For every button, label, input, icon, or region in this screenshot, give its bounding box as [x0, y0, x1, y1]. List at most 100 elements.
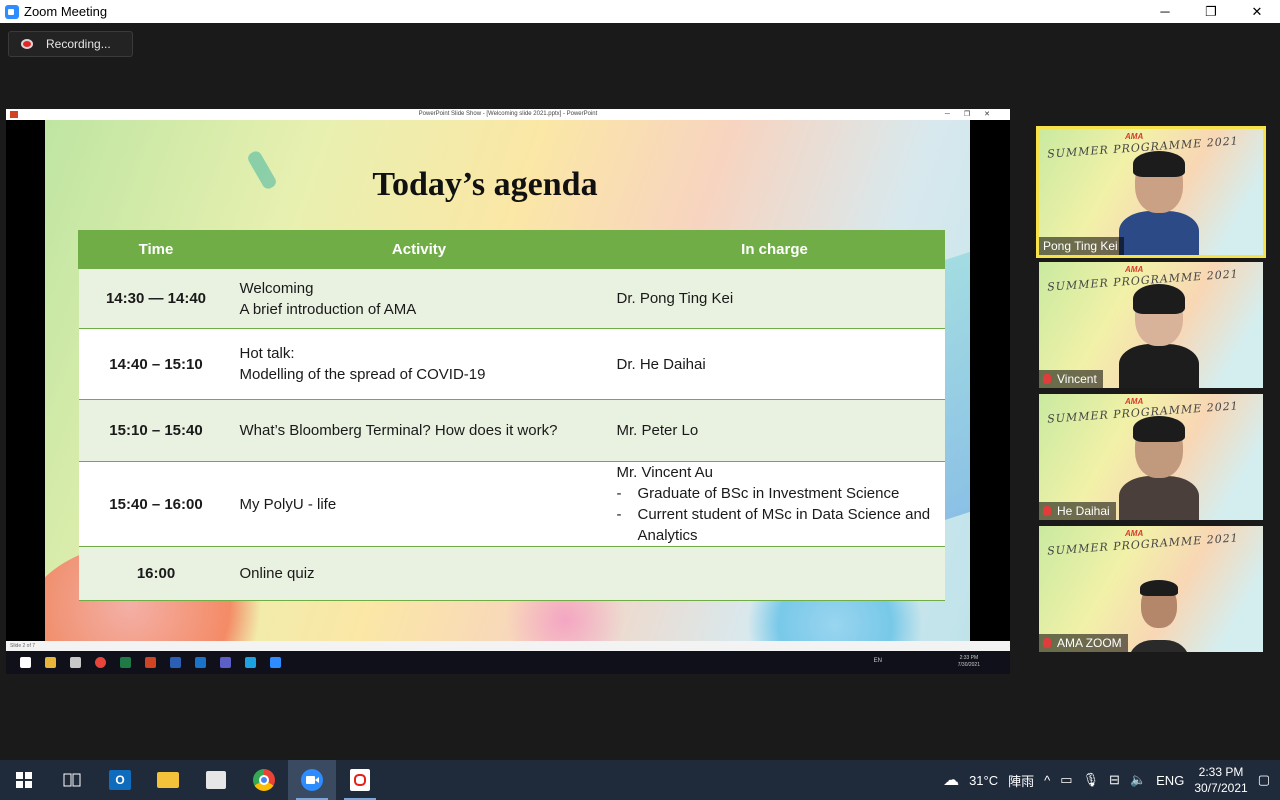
activity-line: What’s Bloomberg Terminal? How does it w…	[239, 422, 558, 439]
activity-line: Modelling of the spread of COVID-19	[239, 366, 486, 383]
taskbar-clock[interactable]: 2:33 PM 30/7/2021	[1194, 764, 1247, 796]
row-time: 15:40 – 16:00	[78, 461, 234, 547]
row-time: 14:30 — 14:40	[78, 268, 234, 329]
zoom-app-icon	[5, 4, 19, 19]
row-activity: Welcoming A brief introduction of AMA	[233, 268, 605, 329]
row-time: 16:00	[78, 546, 234, 601]
ama-logo: AMA	[1125, 529, 1144, 538]
minimize-button[interactable]: ─	[1142, 0, 1188, 23]
powerpoint-status-bar: Slide 2 of 7	[6, 641, 1010, 651]
chrome-icon	[95, 657, 106, 668]
weather-icon: ☁	[943, 772, 960, 789]
weather-text[interactable]: 陣雨	[1008, 771, 1034, 790]
in-charge-name: Mr. Vincent Au	[616, 464, 713, 481]
col-header-activity: Activity	[233, 230, 605, 269]
slide: Today’s agenda Time Activity In charge 1…	[45, 120, 970, 641]
folder-icon	[45, 657, 56, 668]
show-hidden-icons[interactable]: ^	[1044, 773, 1050, 788]
recording-indicator[interactable]: Recording...	[8, 31, 133, 57]
table-row: 16:00 Online quiz	[78, 546, 945, 601]
row-in-charge: Dr. He Daihai	[604, 328, 945, 400]
notification-icon[interactable]: ▢	[1258, 772, 1270, 788]
taskbar-zoom[interactable]	[288, 760, 336, 800]
system-tray: ☁ 31°C 陣雨 ^ ▭ 🎙 ⊟ 🔈 ENG 2:33 PM 30/7/202…	[943, 760, 1280, 800]
activity-line: A brief introduction of AMA	[239, 300, 417, 318]
skype-icon	[245, 657, 256, 668]
window-title: Zoom Meeting	[24, 4, 108, 19]
chrome-icon	[253, 769, 275, 791]
outlook-icon	[195, 657, 206, 668]
task-view-icon	[63, 773, 81, 787]
ama-logo: AMA	[1125, 265, 1144, 274]
participant-tile[interactable]: AMA SUMMER PROGRAMME 2021 AMA ZOOM	[1039, 526, 1263, 652]
table-row: 15:40 – 16:00 My PolyU - life Mr. Vincen…	[78, 461, 945, 547]
activity-line: Online quiz	[239, 565, 315, 582]
in-charge-bullets: Graduate of BSc in Investment Science Cu…	[617, 483, 939, 546]
battery-icon[interactable]: ▭	[1060, 772, 1072, 788]
taskbar-acrobat[interactable]	[336, 760, 384, 800]
row-activity: What’s Bloomberg Terminal? How does it w…	[233, 399, 605, 462]
clock-date: 30/7/2021	[1194, 781, 1248, 795]
excel-icon	[120, 657, 131, 668]
restore-button[interactable]: ❐	[1188, 0, 1234, 23]
weather-temp[interactable]: 31°C	[969, 773, 998, 788]
muted-mic-icon	[1043, 374, 1051, 384]
store-icon	[206, 771, 226, 789]
participant-name-label: He Daihai	[1039, 502, 1116, 520]
participant-video	[1129, 580, 1189, 652]
network-icon[interactable]: ⊟	[1109, 772, 1120, 788]
participant-tile[interactable]: AMA SUMMER PROGRAMME 2021 He Daihai	[1039, 394, 1263, 520]
participant-video	[1119, 284, 1199, 388]
clock-time: 2:33 PM	[1198, 765, 1244, 779]
participant-name-label: Vincent	[1039, 370, 1103, 388]
activity-line: My PolyU - life	[239, 495, 337, 513]
shared-screen: PowerPoint Slide Show - [Welcoming slide…	[6, 109, 1010, 674]
windows-icon	[16, 772, 32, 788]
row-time: 15:10 – 15:40	[78, 399, 234, 462]
shared-taskbar: EN 2:33 PM 7/30/2021	[6, 651, 1010, 674]
row-in-charge: Mr. Peter Lo	[604, 399, 945, 462]
microphone-icon[interactable]: 🎙	[1083, 772, 1100, 788]
taskbar-store[interactable]	[192, 760, 240, 800]
activity-line: Hot talk:	[239, 345, 295, 362]
powerpoint-icon	[145, 657, 156, 668]
participant-name: AMA ZOOM	[1057, 636, 1122, 650]
participant-name: Vincent	[1057, 372, 1097, 386]
activity-line: Welcoming	[239, 279, 314, 297]
volume-icon[interactable]: 🔈	[1130, 772, 1146, 788]
task-view-button[interactable]	[48, 760, 96, 800]
taskbar-chrome[interactable]	[240, 760, 288, 800]
participant-tile[interactable]: AMA SUMMER PROGRAMME 2021 Pong Ting Kei	[1036, 126, 1266, 258]
outlook-icon: O	[109, 770, 131, 790]
powerpoint-window-controls: ─❐✕	[944, 111, 1004, 118]
taskbar-file-explorer[interactable]	[144, 760, 192, 800]
record-icon	[19, 38, 35, 50]
table-row: 14:30 — 14:40 Welcoming A brief introduc…	[78, 268, 945, 329]
row-activity: Hot talk: Modelling of the spread of COV…	[233, 328, 605, 400]
participant-tile[interactable]: AMA SUMMER PROGRAMME 2021 Vincent	[1039, 262, 1263, 388]
zoom-title-bar: Zoom Meeting ─ ❐ ✕	[0, 0, 1280, 23]
row-in-charge: Dr. Pong Ting Kei	[604, 268, 945, 329]
teams-icon	[220, 657, 231, 668]
ama-logo: AMA	[1125, 132, 1144, 141]
taskbar-outlook[interactable]: O	[96, 760, 144, 800]
row-in-charge: Mr. Vincent Au Graduate of BSc in Invest…	[604, 461, 945, 547]
table-row: 15:10 – 15:40 What’s Bloomberg Terminal?…	[78, 399, 945, 462]
muted-mic-icon	[1043, 506, 1051, 516]
participant-name-label: AMA ZOOM	[1039, 634, 1128, 652]
slide-title: Today’s agenda	[372, 166, 598, 203]
powerpoint-icon	[10, 111, 18, 118]
participant-name: Pong Ting Kei	[1039, 237, 1124, 255]
col-header-time: Time	[78, 230, 234, 269]
row-activity: My PolyU - life	[233, 461, 605, 547]
start-button[interactable]	[0, 760, 48, 800]
zoom-icon	[270, 657, 281, 668]
close-button[interactable]: ✕	[1234, 0, 1280, 23]
agenda-table: Time Activity In charge 14:30 — 14:40 We…	[78, 230, 945, 601]
muted-mic-icon	[1043, 638, 1051, 648]
input-language[interactable]: ENG	[1156, 773, 1184, 788]
row-activity: Online quiz	[233, 546, 605, 601]
participant-name: He Daihai	[1057, 504, 1110, 518]
powerpoint-title: PowerPoint Slide Show - [Welcoming slide…	[418, 111, 598, 117]
col-header-in-charge: In charge	[604, 230, 945, 269]
